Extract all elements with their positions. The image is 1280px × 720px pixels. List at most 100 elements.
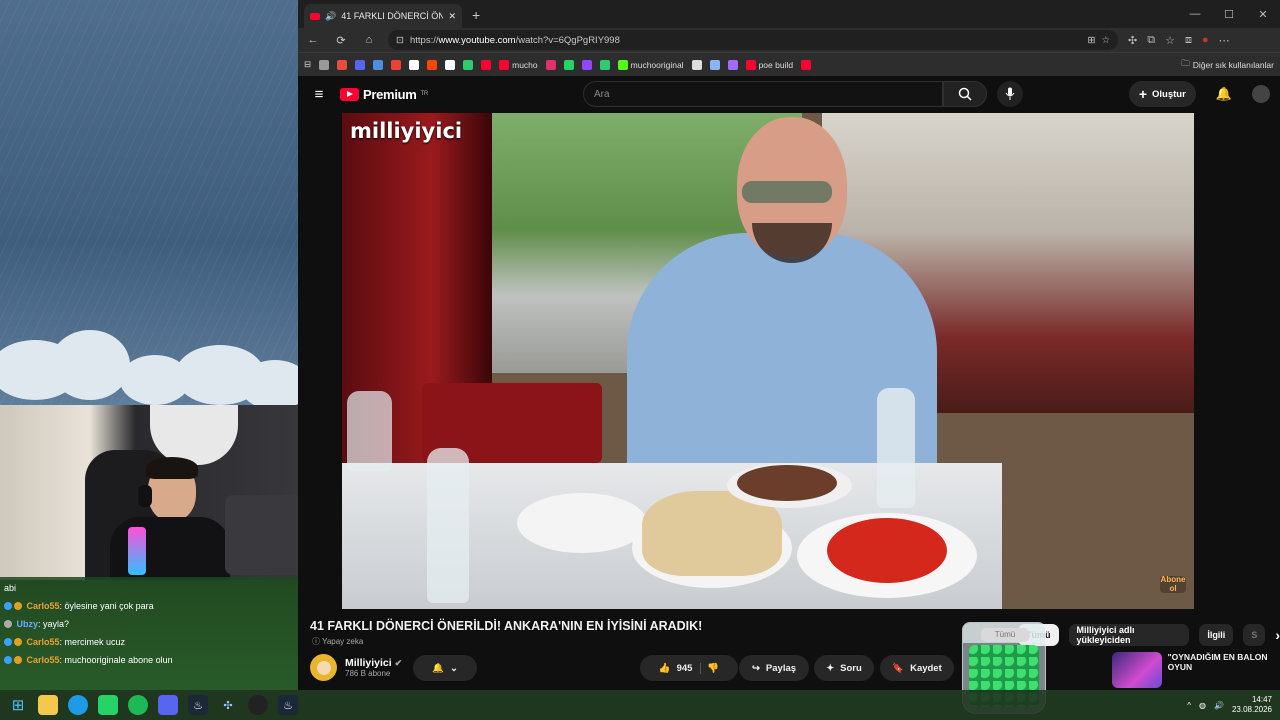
- favorite-favicon-icon: [391, 59, 402, 70]
- channel-name[interactable]: Milliyiyici ✔: [345, 657, 402, 669]
- windows-taskbar: ⊞ ♨ ✣ ♨ ^ ◍ 🔊 14:47 23.08.2026: [0, 690, 1280, 720]
- recommendation-chips: Tümü Milliyiyici adlı yükleyiciden İlgil…: [1018, 624, 1280, 646]
- steam-icon[interactable]: ♨: [278, 695, 298, 715]
- windows-start-icon[interactable]: ⊞: [8, 695, 28, 715]
- whatsapp-icon[interactable]: [98, 695, 118, 715]
- reading-list-icon[interactable]: ⊟: [304, 59, 311, 70]
- favorite-link[interactable]: muchooriginal: [617, 59, 684, 70]
- edge-icon[interactable]: [68, 695, 88, 715]
- search-button[interactable]: [942, 81, 987, 107]
- favorite-link[interactable]: [599, 59, 610, 70]
- favorite-link[interactable]: [801, 59, 812, 70]
- new-tab-button[interactable]: +: [472, 7, 480, 23]
- maximize-button[interactable]: ☐: [1212, 8, 1246, 21]
- info-icon: ⓘ: [312, 637, 320, 646]
- favorite-link[interactable]: [427, 59, 438, 70]
- create-button[interactable]: + Oluştur: [1128, 81, 1196, 107]
- favorite-link[interactable]: mucho: [499, 59, 538, 70]
- network-icon[interactable]: ◍: [1199, 701, 1206, 710]
- channel-avatar[interactable]: [310, 654, 337, 681]
- badge-icon: [4, 602, 12, 610]
- steam-icon[interactable]: ♨: [188, 695, 208, 715]
- obs-icon[interactable]: [248, 695, 268, 715]
- spotify-icon[interactable]: [128, 695, 148, 715]
- chip-related[interactable]: İlgili: [1199, 624, 1234, 646]
- speaker-icon[interactable]: 🔊: [325, 11, 336, 22]
- back-icon[interactable]: ←: [304, 34, 322, 46]
- chat-username[interactable]: Carlo55: [27, 601, 60, 611]
- voice-search-button[interactable]: [996, 81, 1023, 107]
- file-explorer-icon[interactable]: [38, 695, 58, 715]
- favorite-link[interactable]: [481, 59, 492, 70]
- clock[interactable]: 14:47 23.08.2026: [1232, 695, 1272, 715]
- minimize-button[interactable]: —: [1178, 8, 1212, 20]
- chevron-right-icon[interactable]: ›: [1275, 627, 1280, 643]
- other-favorites-folder[interactable]: 🗀 Diğer sık kullanılanlar: [1181, 58, 1274, 72]
- favorite-link[interactable]: [319, 59, 330, 70]
- favorite-link[interactable]: [563, 59, 574, 70]
- badge-icon: [14, 602, 22, 610]
- chip-more[interactable]: S: [1243, 624, 1266, 646]
- hamburger-menu-icon[interactable]: ≡: [308, 86, 330, 103]
- favorite-link[interactable]: poe build: [745, 59, 794, 70]
- address-bar[interactable]: ⊡ https://www.youtube.com/watch?v=6QgPgR…: [388, 30, 1118, 50]
- extensions-icon[interactable]: ✣: [1128, 34, 1137, 47]
- like-button[interactable]: 👍 945: [659, 662, 702, 674]
- app-icon[interactable]: ✣: [218, 695, 238, 715]
- favorite-link[interactable]: [373, 59, 384, 70]
- recommended-video[interactable]: "OYNADIĞIM EN BALON OYUN: [1112, 652, 1280, 690]
- favorite-label: poe build: [758, 59, 794, 70]
- search-input[interactable]: Ara: [582, 81, 943, 107]
- favorite-link[interactable]: [355, 59, 366, 70]
- chat-message: Ubzy: yayla?: [4, 615, 296, 633]
- favorites-icon[interactable]: ☆: [1165, 34, 1175, 47]
- refresh-icon[interactable]: ⟳: [332, 34, 350, 47]
- notification-bell-button[interactable]: 🔔 ⌄: [413, 655, 477, 681]
- split-screen-icon[interactable]: ⧉: [1147, 34, 1155, 47]
- account-avatar[interactable]: [1252, 85, 1270, 103]
- chat-username[interactable]: Carlo55: [27, 637, 60, 647]
- ask-button[interactable]: ✦ Soru: [814, 655, 874, 681]
- recommended-title[interactable]: "OYNADIĞIM EN BALON OYUN: [1168, 652, 1280, 690]
- chip-uploader[interactable]: Milliyiyici adlı yükleyiciden: [1068, 624, 1190, 646]
- close-tab-icon[interactable]: ✕: [448, 11, 456, 22]
- youtube-premium-logo[interactable]: Premium TR: [340, 87, 428, 102]
- read-aloud-icon[interactable]: ⊞: [1088, 35, 1096, 46]
- profile-icon[interactable]: ●: [1202, 34, 1209, 47]
- video-player[interactable]: milliyiyici Abone ol: [342, 113, 1194, 609]
- notifications-bell-icon[interactable]: 🔔: [1216, 86, 1232, 102]
- chat-username[interactable]: Ubzy: [17, 619, 39, 629]
- favorite-link[interactable]: [727, 59, 738, 70]
- discord-icon[interactable]: [158, 695, 178, 715]
- close-window-button[interactable]: ✕: [1246, 8, 1280, 21]
- collections-icon[interactable]: ⧈: [1185, 34, 1192, 47]
- favorite-link[interactable]: [545, 59, 556, 70]
- favorite-link[interactable]: [709, 59, 720, 70]
- dislike-button[interactable]: 👎: [707, 663, 719, 674]
- favorite-link[interactable]: [463, 59, 474, 70]
- browser-titlebar: 🔊 41 FARKLI DÖNERCİ ÖNERİLD ✕ + — ☐ ✕: [298, 0, 1280, 28]
- favorite-link[interactable]: [581, 59, 592, 70]
- favorite-link[interactable]: [445, 59, 456, 70]
- favorite-favicon-icon: [337, 59, 348, 70]
- save-button[interactable]: 🔖 Kaydet: [880, 655, 954, 681]
- badge-icon: [4, 656, 12, 664]
- recommended-thumbnail[interactable]: [1112, 652, 1162, 688]
- more-menu-icon[interactable]: ⋯: [1219, 34, 1230, 47]
- favorite-link[interactable]: [391, 59, 402, 70]
- home-icon[interactable]: ⌂: [360, 34, 378, 46]
- browser-tab[interactable]: 🔊 41 FARKLI DÖNERCİ ÖNERİLD ✕: [304, 4, 462, 28]
- volume-icon[interactable]: 🔊: [1214, 701, 1224, 710]
- favorites-bar: ⊟ mucho muchooriginal poe build 🗀 Diğer sık k…: [298, 52, 1280, 76]
- subscribe-watermark[interactable]: Abone ol: [1160, 576, 1186, 593]
- ai-tag[interactable]: ⓘ Yapay zeka: [312, 636, 363, 647]
- site-info-icon[interactable]: ⊡: [396, 35, 404, 46]
- favorite-link[interactable]: [691, 59, 702, 70]
- favorite-link[interactable]: [409, 59, 420, 70]
- favorite-link[interactable]: [337, 59, 348, 70]
- share-button[interactable]: ↪ Paylaş: [739, 655, 809, 681]
- chevron-up-icon[interactable]: ^: [1187, 701, 1191, 710]
- favorite-star-icon[interactable]: ☆: [1101, 35, 1110, 46]
- chat-username[interactable]: Carlo55: [27, 655, 60, 665]
- plus-icon: +: [1138, 86, 1148, 102]
